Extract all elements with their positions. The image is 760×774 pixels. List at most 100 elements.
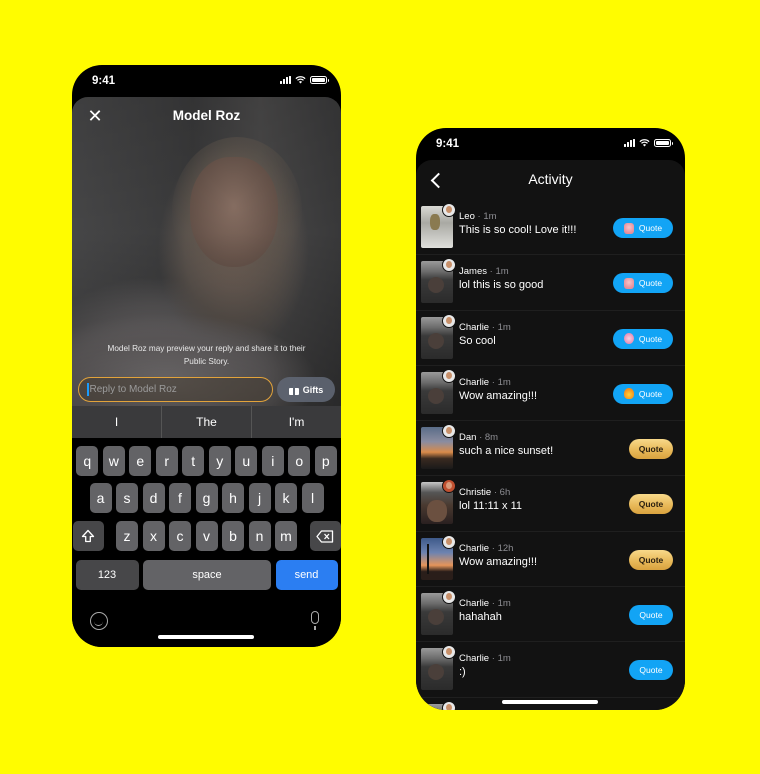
quote-button[interactable]: Quote xyxy=(613,273,673,294)
key-l[interactable]: l xyxy=(301,483,324,513)
quote-label: Quote xyxy=(638,499,664,510)
key-j[interactable]: j xyxy=(248,483,271,513)
key-q[interactable]: q xyxy=(76,446,99,476)
bitmoji-avatar[interactable] xyxy=(442,590,456,605)
quote-button[interactable]: Quote xyxy=(629,494,673,515)
bitmoji-avatar[interactable] xyxy=(442,313,456,328)
quote-button[interactable]: Quote xyxy=(613,383,673,404)
text-caret xyxy=(87,383,89,396)
activity-item[interactable]: Charlie · 12h Wow amazing!!! Quote xyxy=(416,532,685,588)
key-u[interactable]: u xyxy=(235,446,258,476)
key-z[interactable]: z xyxy=(116,521,138,551)
sender-line: Charlie · 1m xyxy=(459,598,511,609)
separator: · xyxy=(489,376,498,388)
key-s[interactable]: s xyxy=(116,483,138,513)
timestamp: 1m xyxy=(497,376,511,388)
fire-emoji-icon xyxy=(623,388,634,400)
bitmoji-avatar[interactable] xyxy=(442,645,456,660)
timestamp: 6h xyxy=(499,487,511,499)
message-text: lol 11:11 x 11 xyxy=(459,500,522,513)
quote-label: Quote xyxy=(638,278,663,289)
quote-button[interactable]: Quote xyxy=(613,328,673,349)
reply-input[interactable]: Reply to Model Roz xyxy=(78,377,273,402)
story-image: ✕ Model Roz Model Roz may preview your r… xyxy=(72,97,341,437)
message-text: lol this is so good xyxy=(459,279,544,292)
keyboard-row-4: 123 space send xyxy=(72,560,341,590)
pink-emoji-icon xyxy=(623,222,634,234)
suggestion[interactable]: The xyxy=(162,406,252,438)
emoji-icon[interactable] xyxy=(90,612,108,630)
activity-item[interactable]: Dan · 8m such a nice sunset! Quote xyxy=(416,421,685,477)
wifi-icon xyxy=(295,76,306,84)
backspace-key[interactable] xyxy=(309,521,341,551)
bitmoji-avatar[interactable] xyxy=(442,258,456,273)
key-b[interactable]: b xyxy=(222,521,244,551)
key-x[interactable]: x xyxy=(142,521,165,551)
status-icons xyxy=(624,139,673,147)
timestamp: 1m xyxy=(497,321,511,333)
bitmoji-avatar[interactable] xyxy=(442,534,456,549)
microphone-icon[interactable] xyxy=(311,611,319,630)
sender-line: Leo · 1m xyxy=(459,211,497,222)
sender-name: Charlie xyxy=(459,598,490,610)
timestamp: 1m xyxy=(497,598,511,610)
sender-name: Charlie xyxy=(459,376,490,388)
activity-item[interactable]: Charlie · 1m Wow amazing!!! Quote xyxy=(416,366,685,422)
predictive-text-bar: I The I'm xyxy=(72,406,341,438)
preview-note: Model Roz may preview your reply and sha… xyxy=(107,344,306,366)
key-a[interactable]: a xyxy=(89,483,112,513)
activity-item[interactable]: Charlie · 1m hahahah Quote xyxy=(416,587,685,643)
activity-item[interactable]: Charlie · 1m So cool Quote xyxy=(416,311,685,366)
key-r[interactable]: r xyxy=(155,446,178,476)
activity-item[interactable]: Christie · 6h lol 11:11 x 11 Quote xyxy=(416,476,685,532)
key-g[interactable]: g xyxy=(195,483,218,513)
bitmoji-avatar[interactable] xyxy=(442,479,456,494)
activity-item[interactable]: Leo · 1m This is so cool! Love it!!! Quo… xyxy=(416,200,685,256)
status-icons xyxy=(280,76,329,84)
battery-icon xyxy=(654,139,673,147)
signal-icon xyxy=(280,76,291,84)
key-i[interactable]: i xyxy=(261,446,284,476)
send-key[interactable]: send xyxy=(275,560,338,590)
activity-item[interactable]: Charlie · 1m :) Quote xyxy=(416,642,685,698)
bitmoji-avatar[interactable] xyxy=(442,203,456,217)
quote-button[interactable]: Quote xyxy=(629,439,673,460)
key-p[interactable]: p xyxy=(314,446,337,476)
sender-line: Charlie · 12h xyxy=(459,543,513,554)
key-m[interactable]: m xyxy=(275,521,297,551)
bitmoji-avatar[interactable] xyxy=(442,368,456,383)
key-t[interactable]: t xyxy=(182,446,205,476)
quote-label: Quote xyxy=(638,333,663,344)
suggestion[interactable]: I'm xyxy=(252,406,341,438)
suggestion[interactable]: I xyxy=(72,406,162,438)
bitmoji-avatar[interactable] xyxy=(442,424,456,439)
gifts-button[interactable]: Gifts xyxy=(277,377,335,402)
sender-name: Dan xyxy=(459,432,477,444)
message-text: hahahah xyxy=(459,611,502,624)
separator: · xyxy=(489,321,498,333)
key-o[interactable]: o xyxy=(288,446,311,476)
battery-icon xyxy=(310,76,329,84)
key-k[interactable]: k xyxy=(275,483,297,513)
key-f[interactable]: f xyxy=(169,483,191,513)
message-text: So cool xyxy=(459,334,496,347)
quote-button[interactable]: Quote xyxy=(629,660,673,681)
shift-key[interactable] xyxy=(72,521,104,551)
key-h[interactable]: h xyxy=(222,483,244,513)
key-w[interactable]: w xyxy=(102,446,125,476)
numbers-key[interactable]: 123 xyxy=(75,560,139,590)
sender-name: Christie xyxy=(459,487,492,499)
space-key[interactable]: space xyxy=(143,560,271,590)
key-d[interactable]: d xyxy=(142,483,165,513)
key-e[interactable]: e xyxy=(129,446,152,476)
key-c[interactable]: c xyxy=(169,521,191,551)
quote-button[interactable]: Quote xyxy=(629,549,673,570)
quote-button[interactable]: Quote xyxy=(629,605,673,626)
gifts-label: Gifts xyxy=(302,384,324,395)
key-n[interactable]: n xyxy=(248,521,271,551)
status-bar: 9:41 xyxy=(416,128,685,160)
key-y[interactable]: y xyxy=(208,446,231,476)
key-v[interactable]: v xyxy=(195,521,218,551)
quote-button[interactable]: Quote xyxy=(613,218,673,238)
activity-item[interactable]: James · 1m lol this is so good Quote xyxy=(416,255,685,311)
